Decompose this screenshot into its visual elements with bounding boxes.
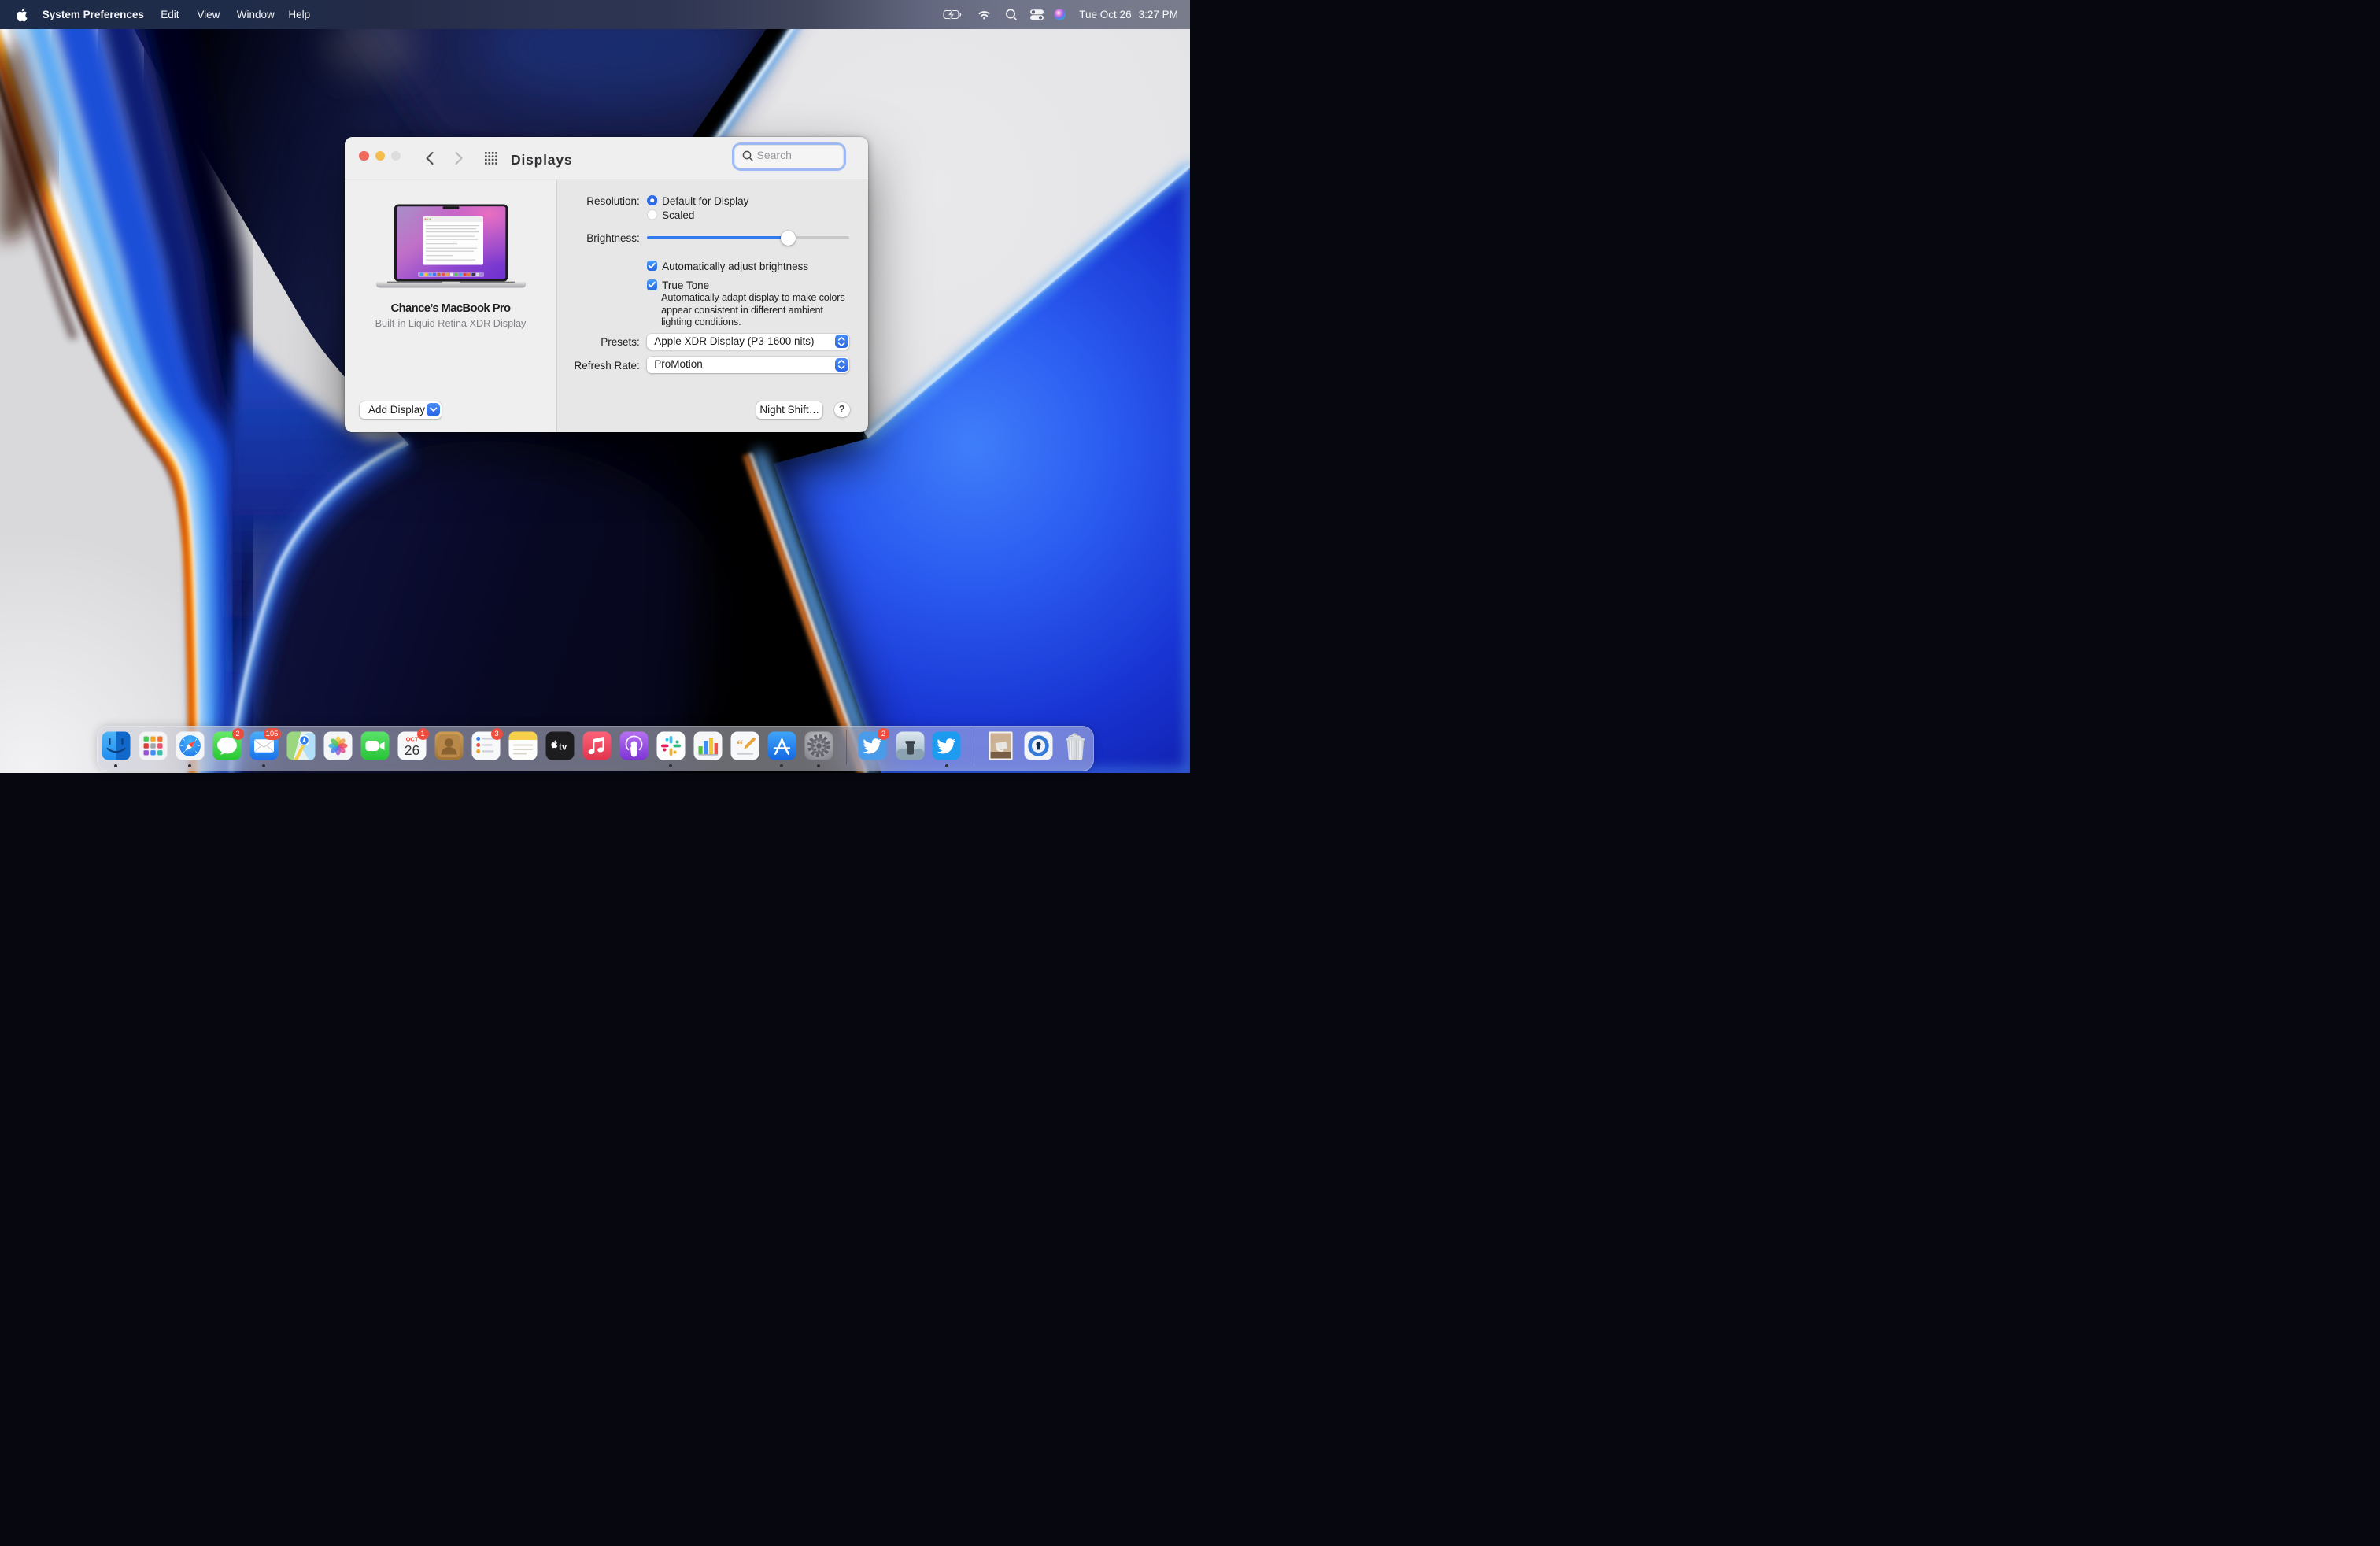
- svg-text:“: “: [737, 738, 743, 752]
- svg-text:tv: tv: [559, 742, 567, 752]
- svg-text:26: 26: [404, 742, 419, 758]
